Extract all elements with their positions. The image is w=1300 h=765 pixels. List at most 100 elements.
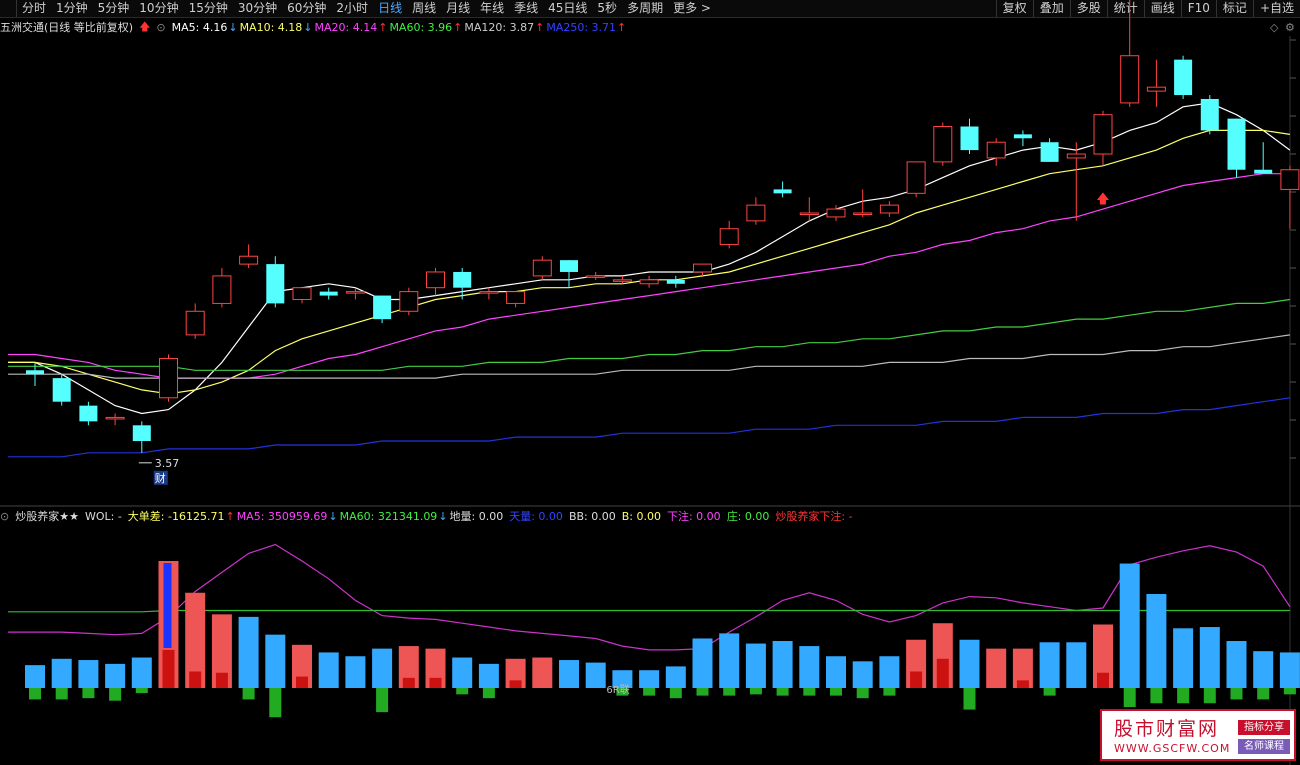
candle-body [746,204,766,222]
volume-inner-bar [910,671,923,688]
volume-bar [1199,627,1220,688]
watermark: 股市财富网 WWW.GSCFW.COM 指标分享 名师课程 [1100,709,1296,761]
volume-bar [799,646,820,688]
negative-bar [269,688,282,718]
candle-body [1120,55,1140,104]
negative-bar [29,688,41,700]
volume-bar [1119,563,1140,688]
candle-body [453,271,472,288]
volume-inner-bar [189,671,202,688]
candle-body [319,291,338,296]
volume-bar [959,639,980,688]
negative-bar [963,688,976,710]
volume-bar [265,634,286,688]
negative-bar [696,688,709,696]
negative-bar [109,688,122,701]
low-label: 3.57 [155,457,180,470]
volume-bar [452,657,473,688]
negative-bar [669,688,682,699]
negative-bar [1150,688,1163,704]
up-arrow-icon: 🡅 [1096,192,1109,207]
candle-body [239,255,259,265]
candle-body [532,259,552,277]
volume-inner-bar [936,658,949,688]
watermark-badge-share: 指标分享 [1238,720,1290,735]
candle-body [79,405,98,422]
volume-bar [1253,651,1274,688]
negative-bar [1203,688,1216,704]
candle-body [132,425,151,442]
volume-bar [532,657,553,688]
negative-bar [723,688,736,696]
volume-bar [78,660,99,688]
negative-bar [1123,688,1136,708]
negative-bar [55,688,68,700]
candle-body [1174,59,1193,96]
candle-body [1066,153,1086,159]
volume-bar [1173,628,1194,688]
candle-body [826,208,846,218]
negative-bar [749,688,762,695]
volume-inner-bar [1097,672,1109,688]
finance-tag: 财 [155,471,166,485]
candle-body [933,125,953,163]
candle-body [159,357,178,399]
candle-body [426,271,445,289]
candle-body [639,279,659,285]
volume-bar [826,656,846,688]
volume-inner-bar [215,672,228,688]
negative-bar [242,688,255,700]
volume-bar [372,648,393,688]
negative-bar [1177,688,1190,704]
candle-body [1146,86,1166,92]
volume-bar [345,656,366,688]
watermark-badge-course: 名师课程 [1238,739,1290,754]
volume-bar [1226,641,1247,688]
candle-body [105,416,125,420]
negative-bar [1230,688,1243,700]
candle-body [560,260,578,272]
volume-bar [1146,594,1167,688]
candle-body [773,189,792,194]
volume-bar [639,670,660,688]
watermark-title: 股市财富网 [1114,718,1220,740]
volume-bar [51,658,72,688]
volume-bar [745,643,766,688]
volume-bar [852,661,873,688]
negative-bar [456,688,469,695]
candle-body [1227,118,1246,170]
candle-body [612,279,632,282]
negative-bar [1043,688,1056,696]
cursor-label: 6R联 [606,684,629,696]
volume-inner-bar [509,680,522,688]
candle-body [986,141,1006,159]
negative-bar [856,688,869,699]
volume-bar [986,648,1007,688]
volume-inner-bar [162,649,175,688]
candle-body [1013,134,1032,139]
volume-bar [25,665,45,688]
negative-bar [776,688,789,696]
volume-bar [719,633,740,688]
negative-bar [643,688,656,696]
chart-canvas[interactable]: 4.49⇩3.57财🡅6R联◇⚙ [0,0,1300,765]
volume-inner-bar [402,677,415,688]
gear-icon: ⚙ [1285,21,1295,34]
spike-bar [163,563,172,648]
volume-bar [1039,642,1060,688]
candle-body [52,378,71,402]
candle-body [345,291,365,294]
candle-body [292,287,312,300]
candle-body [506,291,526,304]
negative-bar [803,688,816,696]
volume-bar [1279,652,1300,688]
negative-bar [830,688,842,696]
diamond-icon: ◇ [1270,21,1279,34]
volume-inner-bar [1016,680,1029,688]
volume-bar [318,652,339,688]
candle-body [399,291,419,312]
volume-bar [692,638,713,688]
candle-body [266,264,285,304]
volume-bar [585,662,606,688]
candle-body [479,291,499,294]
